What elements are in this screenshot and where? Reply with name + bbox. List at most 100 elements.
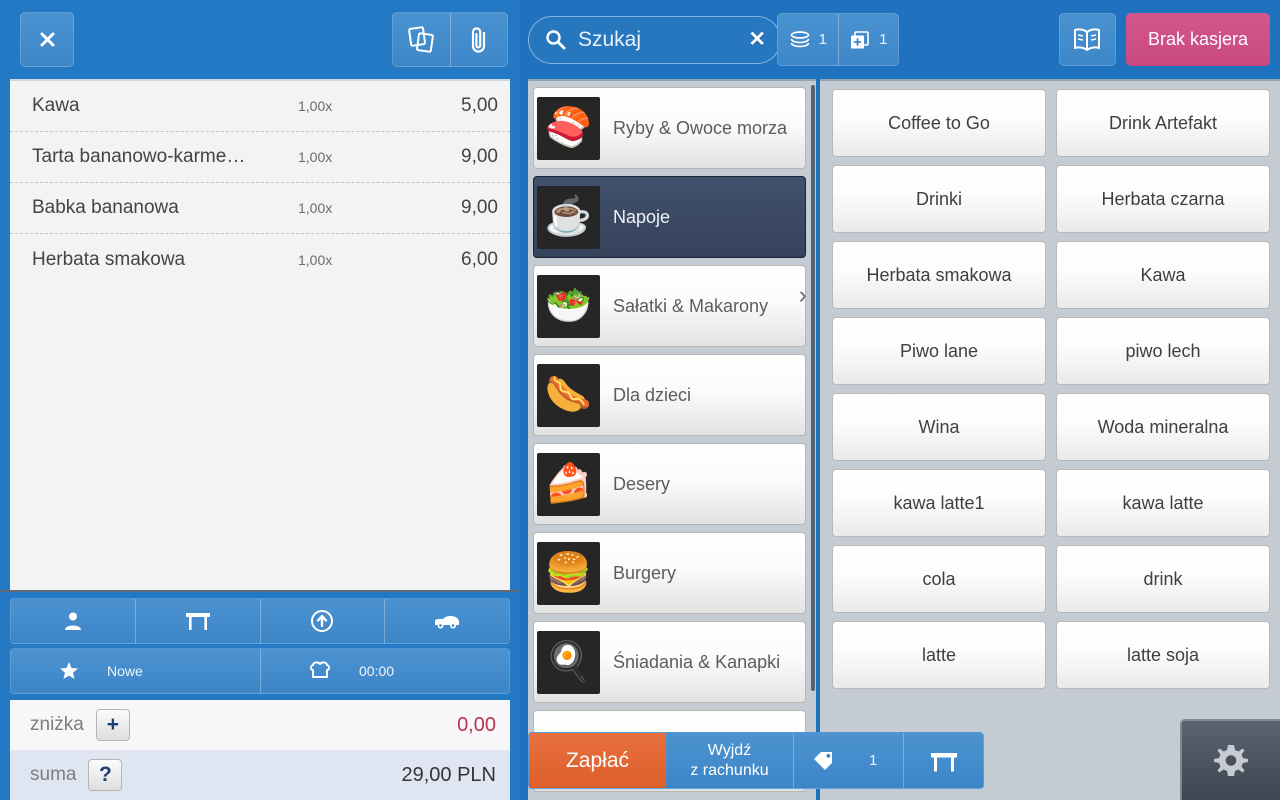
table-assign-button[interactable] — [903, 733, 983, 788]
product-button[interactable]: Piwo lane — [832, 317, 1046, 385]
price-tag-count: 1 — [869, 752, 878, 769]
table-icon — [930, 752, 957, 771]
star-icon — [59, 661, 79, 681]
item-quantity: 1,00x — [298, 149, 333, 165]
table-icon — [185, 610, 211, 632]
attachment-button[interactable] — [450, 13, 507, 66]
split-bill-counter-button[interactable]: 1 — [837, 14, 899, 65]
category-item-salatki-makarony[interactable]: 🥗 Sałatki & Makarony — [533, 265, 806, 347]
product-button[interactable]: Kawa — [1056, 241, 1270, 309]
receipt-header — [0, 0, 520, 79]
category-thumbnail: 🍔 — [537, 541, 600, 605]
category-thumbnail: 🥗 — [537, 274, 600, 338]
exit-line-1: Wyjdź — [707, 741, 752, 759]
split-receipt-button[interactable] — [393, 13, 450, 66]
discount-value: 0,00 — [457, 713, 496, 736]
search-clear-button[interactable]: ✕ — [748, 27, 766, 52]
item-price: 9,00 — [461, 197, 498, 218]
car-icon — [432, 611, 462, 631]
menu-book-button[interactable] — [1058, 13, 1116, 66]
receipts-counter-button[interactable]: 1 — [778, 14, 838, 65]
search-header: Szukaj ✕ — [520, 0, 820, 79]
receipt-row[interactable]: Kawa 1,00x 5,00 — [10, 81, 510, 132]
receipt-toolbar-row-1 — [10, 598, 510, 644]
category-item-sniadania-kanapki[interactable]: 🍳 Śniadania & Kanapki — [533, 621, 806, 703]
product-grid-area: Coffee to Go Drink Artefakt Drinki Herba… — [820, 79, 1280, 800]
product-button[interactable]: latte soja — [1056, 621, 1270, 689]
product-button[interactable]: Wina — [832, 393, 1046, 461]
item-price: 6,00 — [461, 248, 498, 270]
category-item-burgery[interactable]: 🍔 Burgery — [533, 532, 806, 614]
product-button[interactable]: piwo lech — [1056, 317, 1270, 385]
close-button[interactable] — [20, 12, 74, 67]
sum-info-button[interactable]: ? — [88, 759, 123, 791]
exit-receipt-button[interactable]: Wyjdź z rachunku — [666, 733, 793, 788]
product-button[interactable]: Herbata czarna — [1056, 165, 1270, 233]
close-icon — [40, 32, 54, 47]
gear-icon — [1214, 744, 1248, 776]
sum-row: suma ? 29,00 PLN — [10, 750, 510, 800]
product-button[interactable]: kawa latte — [1056, 469, 1270, 537]
table-button[interactable] — [134, 599, 260, 643]
receipt-toolbar: Nowe 00:00 — [0, 590, 520, 694]
receipt-row[interactable]: Herbata smakowa 1,00x 6,00 — [10, 234, 510, 285]
item-price: 5,00 — [461, 95, 498, 116]
cashier-status-button[interactable]: Brak kasjera — [1125, 13, 1270, 66]
category-panel: Szukaj ✕ 🍣 Ryby & Owoce morza ☕ Napoje 🥗… — [520, 0, 984, 800]
product-button[interactable]: Coffee to Go — [832, 89, 1046, 157]
category-label: Dla dzieci — [613, 384, 692, 405]
category-label: Desery — [613, 473, 671, 494]
product-button[interactable]: kawa latte1 — [832, 469, 1046, 537]
product-button[interactable]: Herbata smakowa — [832, 241, 1046, 309]
category-list[interactable]: 🍣 Ryby & Owoce morza ☕ Napoje 🥗 Sałatki … — [528, 79, 816, 800]
product-panel: Brak kasjera Coffee to Go Drink Artefakt… — [820, 0, 1280, 800]
customer-button[interactable] — [11, 599, 135, 643]
pay-button[interactable]: Zapłać — [529, 733, 666, 788]
settings-button[interactable] — [1180, 719, 1280, 800]
receipt-row[interactable]: Tarta bananowo-karme… 1,00x 9,00 — [10, 132, 510, 183]
product-button[interactable]: Drink Artefakt — [1056, 89, 1270, 157]
kitchen-timer-button[interactable]: 00:00 — [260, 649, 509, 693]
price-tag-button[interactable]: 1 — [793, 733, 903, 788]
category-thumbnail: 🍳 — [537, 630, 600, 694]
action-bar: Zapłać Wyjdź z rachunku 1 — [528, 732, 984, 789]
receipt-row[interactable]: Babka bananowa 1,00x 9,00 — [10, 183, 510, 234]
category-item-desery[interactable]: 🍰 Desery — [533, 443, 806, 525]
add-discount-button[interactable]: + — [95, 709, 130, 741]
receipts-count: 1 — [818, 31, 827, 48]
upload-button[interactable] — [259, 599, 385, 643]
category-thumbnail: ☕ — [537, 185, 600, 249]
product-button[interactable]: cola — [832, 545, 1046, 613]
product-button[interactable]: Drinki — [832, 165, 1046, 233]
product-button[interactable]: latte — [832, 621, 1046, 689]
product-button[interactable]: drink — [1056, 545, 1270, 613]
timer-label: 00:00 — [359, 663, 395, 679]
add-document-icon — [851, 30, 869, 48]
book-icon — [1074, 27, 1101, 51]
new-order-label: Nowe — [107, 663, 143, 679]
category-thumbnail: 🍰 — [537, 452, 600, 516]
receipt-items-area: Kawa 1,00x 5,00 Tarta bananowo-karme… 1,… — [10, 79, 510, 590]
category-thumbnail: 🌭 — [537, 363, 600, 427]
upload-circle-icon — [310, 609, 334, 633]
delivery-button[interactable] — [384, 599, 509, 643]
category-scrollbar[interactable] — [811, 85, 815, 691]
receipt-toolbar-row-2: Nowe 00:00 — [10, 648, 510, 694]
product-button[interactable]: Woda mineralna — [1056, 393, 1270, 461]
product-grid: Coffee to Go Drink Artefakt Drinki Herba… — [832, 89, 1270, 689]
category-item-dla-dzieci[interactable]: 🌭 Dla dzieci — [533, 354, 806, 436]
receipt-panel: Kawa 1,00x 5,00 Tarta bananowo-karme… 1,… — [0, 0, 520, 800]
item-price: 9,00 — [461, 146, 498, 167]
new-order-button[interactable]: Nowe — [11, 649, 260, 693]
receipt-item-list: Kawa 1,00x 5,00 Tarta bananowo-karme… 1,… — [10, 81, 510, 285]
category-item-napoje[interactable]: ☕ Napoje — [533, 176, 806, 258]
category-label: Napoje — [613, 206, 671, 227]
receipt-header-actions — [392, 12, 508, 67]
item-quantity: 1,00x — [298, 200, 333, 216]
category-item-ryby-owoce-morza[interactable]: 🍣 Ryby & Owoce morza — [533, 87, 806, 169]
sum-value: 29,00 PLN — [401, 763, 496, 786]
sum-label: suma — [30, 764, 77, 785]
search-icon — [546, 30, 566, 50]
search-input[interactable]: Szukaj ✕ — [528, 15, 781, 64]
item-quantity: 1,00x — [298, 251, 333, 268]
